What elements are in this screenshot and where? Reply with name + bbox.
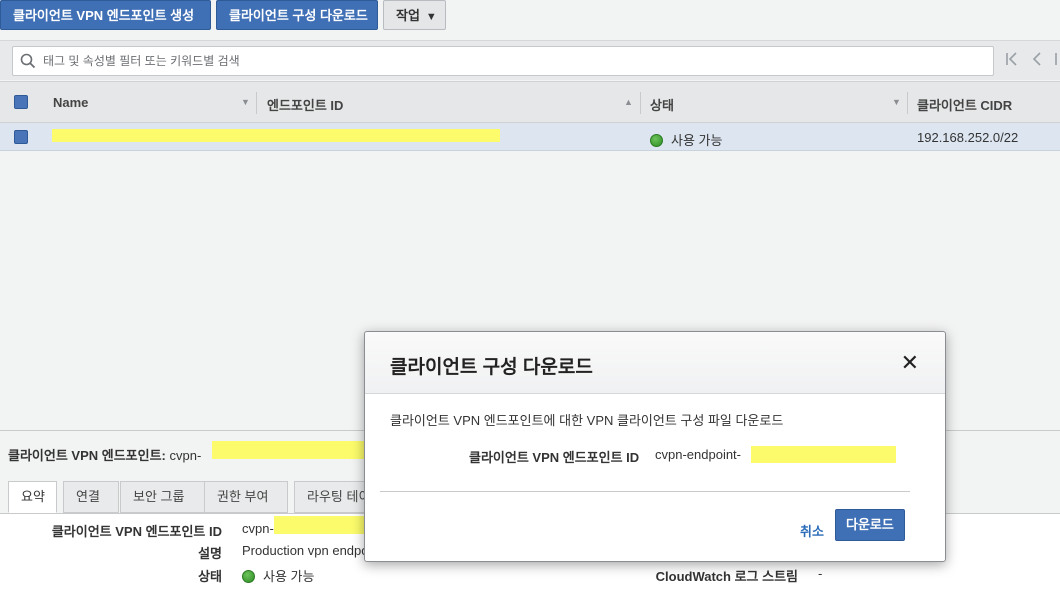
cancel-button[interactable]: 취소 xyxy=(800,521,824,540)
close-icon[interactable]: ✕ xyxy=(901,352,919,374)
modal-header: 클라이언트 구성 다운로드 ✕ xyxy=(365,332,945,394)
modal-title: 클라이언트 구성 다운로드 xyxy=(390,357,593,378)
download-config-modal: 클라이언트 구성 다운로드 ✕ 클라이언트 VPN 엔드포인트에 대한 VPN … xyxy=(364,331,946,562)
redaction-mark xyxy=(751,446,896,463)
modal-description: 클라이언트 VPN 엔드포인트에 대한 VPN 클라이언트 구성 파일 다운로드 xyxy=(390,413,784,428)
download-button[interactable]: 다운로드 xyxy=(835,509,905,541)
modal-field-value: cvpn-endpoint- xyxy=(655,447,741,462)
modal-divider xyxy=(380,491,910,492)
modal-field-key: 클라이언트 VPN 엔드포인트 ID xyxy=(469,450,640,465)
